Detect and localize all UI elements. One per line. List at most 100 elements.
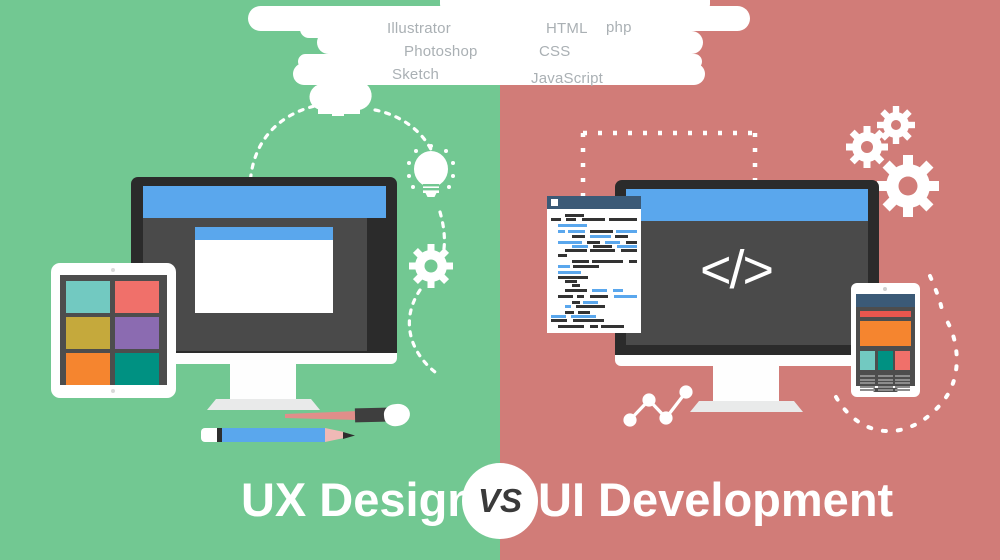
code-editor-titlebar [547,196,641,209]
paintbrush-ferrule [354,407,388,423]
code-line-segment [565,214,584,217]
code-line-segment [616,230,637,233]
color-swatch[interactable] [115,317,159,349]
code-line-segment [566,218,576,221]
phone-text-line [895,375,910,377]
color-swatch[interactable] [66,317,110,349]
vs-badge-label: VS [477,482,523,519]
code-line-segment [587,241,600,244]
tool-label: Illustrator [387,20,451,37]
tool-label: Photoshop [404,43,478,60]
code-line-segment [609,218,637,221]
left-monitor-stand-neck [230,362,296,404]
right-monitor-titlebar [626,189,868,221]
left-monitor-stand-base [207,399,320,410]
phone-text-line [895,385,910,388]
phone-text-line [877,389,893,392]
phone-tile [860,351,875,370]
color-swatch[interactable] [115,353,159,385]
pencil-eraser [201,428,218,442]
phone-accent-bar [860,311,911,317]
code-line-segment [558,254,567,257]
code-line-segment [571,315,596,318]
right-monitor-stand-base [690,401,803,412]
code-line-segment [629,260,637,263]
code-line-segment [565,249,587,252]
vs-badge: VS [462,463,538,539]
code-line-segment [558,295,573,298]
phone-tile [877,351,893,370]
code-line-segment [617,245,637,248]
code-line-segment [551,315,566,318]
tool-label: CSS [539,43,571,60]
left-monitor-titlebar [143,186,386,218]
code-line-segment [573,319,604,322]
color-swatch[interactable] [66,281,110,313]
code-line-segment [565,289,587,292]
code-line-segment [613,289,623,292]
code-line-segment [565,305,571,308]
tool-label: Sketch [392,66,440,83]
code-line-segment [572,245,588,248]
phone-text-line [877,382,893,385]
tablet-camera-dot [111,268,115,272]
code-line-segment [558,241,582,244]
code-tag-glyph: </> [700,240,774,300]
code-line-segment [565,311,574,314]
phone-text-line [860,375,875,377]
code-editor-window-button[interactable] [551,199,558,206]
color-swatch[interactable] [115,281,159,313]
tool-label: JavaScript [531,70,604,87]
tool-label: HTML [546,20,588,37]
code-line-segment [558,276,588,279]
code-line-segment [568,230,585,233]
title-left: UX Design [240,473,476,526]
code-line-segment [621,249,637,252]
phone-hero-banner [860,321,911,346]
code-line-segment [558,265,570,268]
cloud-shape [293,63,705,85]
infographic-canvas: Illustrator Photoshop Sketch HTML php CSS Jav… [0,0,1000,560]
code-line-segment [592,289,607,292]
code-line-segment [558,271,581,274]
cloud-shape [300,20,360,38]
phone-text-line [860,385,875,388]
code-line-segment [590,249,615,252]
code-line-segment [577,295,584,298]
code-line-segment [590,235,611,238]
code-line-segment [614,295,637,298]
code-line-segment [578,311,590,314]
tablet-home-dot [111,389,115,393]
code-line-segment [572,301,580,304]
tool-label: php [606,19,632,36]
code-line-segment [551,319,567,322]
right-monitor-stand-neck [713,364,779,406]
code-line-segment [593,245,612,248]
code-line-segment [558,325,584,328]
phone-camera-dot [883,287,887,291]
code-line-segment [582,218,605,221]
code-line-segment [590,295,608,298]
phone-text-line [877,375,893,377]
phone-text-line [860,389,875,392]
phone-text-line [895,389,910,392]
phone-text-line [895,382,910,385]
code-line-segment [573,265,599,268]
code-line-segment [572,284,580,287]
color-swatch[interactable] [66,353,110,385]
phone-text-line [895,378,910,381]
code-line-segment [601,325,624,328]
code-line-segment [615,235,628,238]
code-line-segment [565,280,577,283]
title-right: UI Development [538,473,894,526]
phone-text-line [877,378,893,381]
phone-tile [895,351,910,370]
code-line-segment [626,241,637,244]
phone-header-bar [856,294,915,307]
code-line-segment [551,218,561,221]
code-line-segment [576,305,605,308]
phone-text-line [860,378,875,381]
code-line-segment [572,235,585,238]
code-line-segment [590,325,598,328]
cloud-shape [440,0,710,12]
